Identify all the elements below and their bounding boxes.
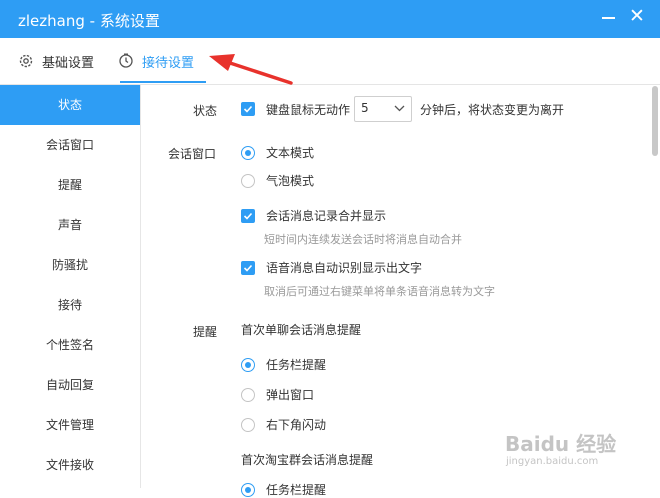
radio-label: 右下角闪动 (266, 418, 327, 432)
idle-minutes-value: 5 (361, 101, 369, 115)
radio-corner-flash[interactable]: 右下角闪动 (241, 416, 326, 433)
sidebar-item-sound[interactable]: 声音 (0, 205, 140, 245)
close-icon: ✕ (629, 5, 645, 27)
sidebar-item-file-receive[interactable]: 文件接收 (0, 445, 140, 485)
radio-button[interactable] (241, 387, 255, 402)
single-chat-reminder-title: 首次单聊会话消息提醒 (241, 323, 362, 337)
tab-bar: 基础设置 接待设置 (0, 38, 660, 85)
chevron-down-icon (394, 105, 405, 112)
radio-popup-window[interactable]: 弹出窗口 (241, 386, 314, 403)
section-label-chat-window: 会话窗口 (168, 147, 217, 161)
baidu-watermark-url: jingyan.baidu.com (506, 456, 599, 467)
idle-suffix-text: 分钟后，将状态变更为离开 (420, 102, 565, 117)
sidebar-item-file-management[interactable]: 文件管理 (0, 405, 140, 445)
radio-label: 文本模式 (266, 146, 315, 160)
radio-button-selected[interactable] (241, 482, 255, 497)
tab-reception-settings[interactable]: 接待设置 (118, 38, 194, 84)
check-icon (243, 212, 253, 220)
radio-label: 任务栏提醒 (266, 358, 327, 372)
idle-checkbox-label: 键盘鼠标无动作 (266, 102, 351, 117)
sidebar-item-reminder[interactable]: 提醒 (0, 165, 140, 205)
radio-button[interactable] (241, 173, 255, 188)
tab-label: 接待设置 (142, 55, 195, 71)
voice-to-text-label: 语音消息自动识别显示出文字 (266, 261, 423, 275)
sidebar: 状态 会话窗口 提醒 声音 防骚扰 接待 个性签名 自动回复 文件管理 文件接收 (0, 85, 141, 488)
tab-basic-settings[interactable]: 基础设置 (18, 38, 94, 84)
scrollbar-thumb[interactable] (652, 86, 658, 156)
voice-to-text-row: 语音消息自动识别显示出文字 (241, 259, 422, 276)
clock-icon (119, 53, 133, 68)
close-button[interactable]: ✕ (626, 6, 648, 28)
active-tab-indicator (120, 81, 206, 83)
merge-messages-hint: 短时间内连续发送会话时将消息自动合并 (264, 233, 462, 246)
section-label-reminder: 提醒 (193, 325, 218, 339)
radio-button-selected[interactable] (241, 357, 255, 372)
idle-checkbox[interactable] (241, 102, 255, 116)
group-chat-reminder-title: 首次淘宝群会话消息提醒 (241, 453, 374, 467)
gear-icon (19, 54, 33, 68)
minimize-button[interactable] (598, 6, 620, 28)
check-icon (243, 264, 253, 272)
radio-bubble-mode[interactable]: 气泡模式 (241, 172, 314, 189)
voice-to-text-checkbox[interactable] (241, 260, 255, 275)
merge-messages-checkbox[interactable] (241, 208, 255, 223)
radio-taskbar-reminder[interactable]: 任务栏提醒 (241, 356, 326, 373)
sidebar-item-reception[interactable]: 接待 (0, 285, 140, 325)
voice-to-text-hint: 取消后可通过右键菜单将单条语音消息转为文字 (264, 285, 495, 298)
sidebar-item-signature[interactable]: 个性签名 (0, 325, 140, 365)
sidebar-item-status[interactable]: 状态 (0, 85, 140, 125)
annotation-arrow-icon (209, 54, 293, 85)
baidu-watermark: Baidu 经验 (505, 432, 617, 456)
radio-group-taskbar-reminder[interactable]: 任务栏提醒 (241, 481, 326, 498)
idle-minutes-select[interactable]: 5 (354, 96, 413, 122)
radio-button-selected[interactable] (241, 145, 255, 160)
merge-messages-label: 会话消息记录合并显示 (266, 209, 387, 223)
radio-label: 弹出窗口 (266, 388, 315, 402)
idle-row: 键盘鼠标无动作 5 分钟后，将状态变更为离开 (241, 96, 564, 122)
sidebar-item-chat-window[interactable]: 会话窗口 (0, 125, 140, 165)
check-icon (243, 105, 253, 113)
title-bar: zlezhang - 系统设置 ✕ (0, 0, 660, 38)
radio-text-mode[interactable]: 文本模式 (241, 144, 314, 161)
radio-button[interactable] (241, 417, 255, 432)
radio-label: 任务栏提醒 (266, 483, 327, 497)
radio-label: 气泡模式 (266, 174, 315, 188)
sidebar-item-anti-harassment[interactable]: 防骚扰 (0, 245, 140, 285)
sidebar-item-auto-reply[interactable]: 自动回复 (0, 365, 140, 405)
tab-label: 基础设置 (42, 55, 95, 71)
window-title: zlezhang - 系统设置 (18, 12, 160, 30)
section-label-status: 状态 (193, 104, 218, 118)
merge-messages-row: 会话消息记录合并显示 (241, 207, 386, 224)
